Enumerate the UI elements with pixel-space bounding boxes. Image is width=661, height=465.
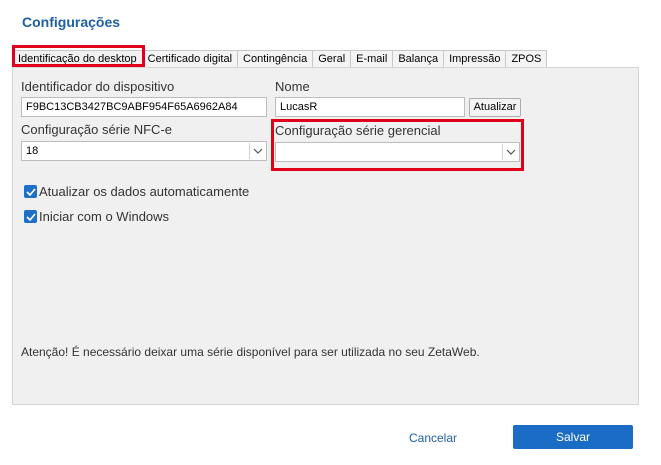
tab-balanca[interactable]: Balança	[392, 50, 445, 67]
series-notice: Atenção! É necessário deixar uma série d…	[21, 345, 480, 359]
name-label: Nome	[275, 79, 310, 94]
cancel-button[interactable]: Cancelar	[396, 427, 470, 449]
tab-geral[interactable]: Geral	[312, 50, 352, 67]
update-button[interactable]: Atualizar	[469, 98, 521, 117]
auto-update-checkbox[interactable]	[24, 185, 37, 198]
tab-email[interactable]: E-mail	[350, 50, 394, 67]
tab-certificado-digital[interactable]: Certificado digital	[141, 50, 239, 67]
chevron-down-icon[interactable]	[502, 144, 518, 160]
tab-panel: Identificador do dispositivo F9BC13CB342…	[12, 67, 639, 405]
managerial-series-label: Configuração série gerencial	[275, 123, 441, 138]
tab-bar: Identificação do desktop Certificado dig…	[12, 50, 548, 67]
start-with-windows-checkbox[interactable]	[24, 210, 37, 223]
device-id-label: Identificador do dispositivo	[21, 79, 175, 94]
device-id-field[interactable]: F9BC13CB3427BC9ABF954F65A6962A84	[21, 97, 267, 117]
tab-impressao[interactable]: Impressão	[443, 50, 507, 67]
chevron-down-icon[interactable]	[249, 143, 265, 159]
nfce-series-label: Configuração série NFC-e	[21, 122, 173, 137]
tab-zpos[interactable]: ZPOS	[505, 50, 548, 67]
checkmark-icon	[25, 212, 36, 221]
checkmark-icon	[25, 187, 36, 196]
dialog-title: Configurações	[22, 14, 121, 30]
tab-contingencia[interactable]: Contingência	[237, 50, 314, 67]
start-with-windows-label[interactable]: Iniciar com o Windows	[39, 209, 169, 224]
tab-identificacao-desktop[interactable]: Identificação do desktop	[12, 50, 143, 67]
name-field[interactable]: LucasR	[275, 97, 465, 117]
nfce-series-value: 18	[26, 145, 39, 157]
managerial-series-select[interactable]	[275, 142, 520, 162]
save-button[interactable]: Salvar	[513, 425, 633, 449]
auto-update-label[interactable]: Atualizar os dados automaticamente	[39, 184, 249, 199]
nfce-series-select[interactable]: 18	[21, 141, 267, 161]
